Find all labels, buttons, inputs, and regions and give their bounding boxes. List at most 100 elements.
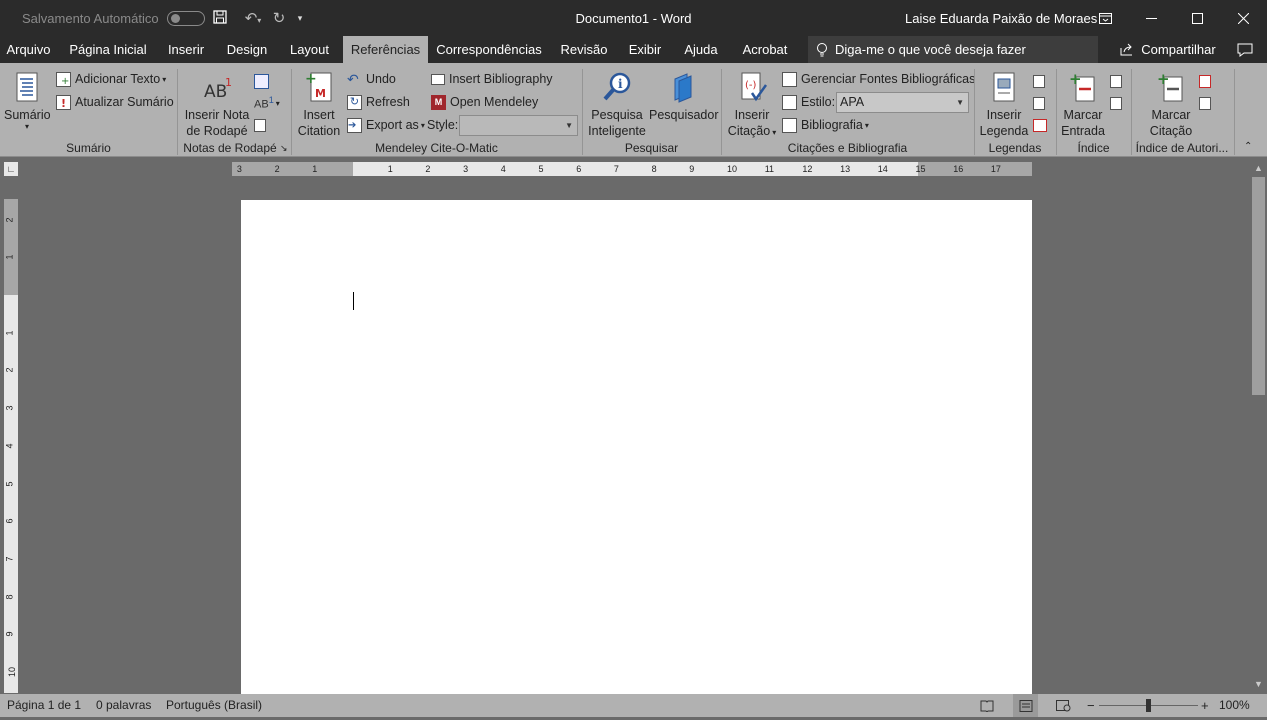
tab-inserir[interactable]: Inserir (162, 36, 210, 63)
tab-revisao[interactable]: Revisão (556, 36, 612, 63)
marcar-entrada-button[interactable]: + Marcar Entrada (1058, 70, 1108, 139)
zoom-out-icon[interactable]: − (1087, 694, 1095, 717)
update-table-of-figures-icon[interactable] (1033, 93, 1049, 113)
insert-citation-button[interactable]: + M Insert Citation (295, 71, 343, 139)
estilo-label: Estilo: (801, 95, 836, 109)
mendeley-refresh-button[interactable]: ↻ Refresh (347, 92, 410, 112)
svg-text:+: + (305, 71, 317, 87)
comments-icon[interactable] (1230, 36, 1260, 63)
maximize-icon[interactable] (1174, 0, 1220, 36)
vertical-ruler[interactable]: 2 1 1 2 3 4 5 6 7 8 9 10 (4, 199, 18, 693)
mendeley-style-select[interactable]: ▼ (459, 115, 578, 136)
svg-text:+: + (1157, 71, 1170, 88)
customize-qat-icon[interactable]: ▾ (290, 13, 310, 24)
insert-bibliography-label: Insert Bibliography (449, 72, 553, 86)
minimize-icon[interactable] (1128, 0, 1174, 36)
adicionar-texto-button[interactable]: + Adicionar Texto ▾ (56, 69, 166, 89)
tab-referencias[interactable]: Referências (343, 36, 428, 63)
refresh-icon: ↻ (347, 94, 362, 110)
horizontal-ruler[interactable]: 3 2 1 1 2 3 4 5 6 7 8 9 10 11 12 13 14 15 16 17 (232, 162, 1032, 176)
tab-selector-icon[interactable]: ∟ (4, 162, 18, 176)
mendeley-export-label: Export as (366, 118, 419, 132)
ruler-tick-label: 1 (4, 330, 15, 336)
ruler-tick-label: 7 (4, 556, 15, 562)
svg-text:M: M (315, 87, 326, 100)
ribbon-display-icon[interactable] (1082, 0, 1128, 36)
svg-text:1: 1 (225, 76, 232, 89)
ruler-tick-label: 2 (425, 164, 431, 174)
web-layout-icon[interactable] (1056, 694, 1071, 717)
tab-arquivo[interactable]: Arquivo (0, 36, 57, 63)
tab-acrobat[interactable]: Acrobat (735, 36, 795, 63)
zoom-level[interactable]: 100% (1219, 694, 1250, 717)
gerenciar-fontes-button[interactable]: Gerenciar Fontes Bibliográficas (782, 69, 975, 89)
page-count[interactable]: Página 1 de 1 (7, 694, 81, 717)
tab-ajuda[interactable]: Ajuda (677, 36, 725, 63)
manage-sources-icon (782, 71, 797, 87)
export-icon: ➔ (347, 117, 362, 133)
zoom-slider-thumb[interactable] (1146, 699, 1151, 712)
group-label-pesquisar: Pesquisar (624, 141, 679, 155)
update-table-of-authorities-icon[interactable] (1199, 93, 1215, 113)
tab-layout[interactable]: Layout (283, 36, 336, 63)
collapse-ribbon-icon[interactable]: ⌃ (1244, 141, 1252, 152)
svg-text:+: + (61, 76, 69, 86)
read-mode-icon[interactable] (980, 694, 994, 717)
window-controls (1082, 0, 1266, 36)
cross-reference-icon[interactable] (1033, 115, 1051, 135)
insert-table-of-authorities-icon[interactable] (1199, 71, 1215, 91)
group-label-legendas: Legendas (988, 141, 1042, 155)
redo-icon[interactable]: ↻ (268, 9, 290, 27)
mendeley-undo-button[interactable]: ↶ Undo (347, 69, 396, 89)
scroll-down-icon[interactable]: ▼ (1250, 677, 1267, 692)
inserir-citacao-button[interactable]: (-) Inserir Citação ▾ (726, 71, 778, 141)
next-footnote-icon[interactable]: AB1 ▾ (254, 93, 280, 113)
tab-correspondencias[interactable]: Correspondências (435, 36, 543, 63)
pesquisa-inteligente-button[interactable]: i Pesquisa Inteligente (586, 71, 648, 139)
sumario-button[interactable]: Sumário ▾ (4, 71, 51, 131)
group-separator (1234, 69, 1235, 155)
document-page[interactable] (241, 200, 1032, 694)
atualizar-sumario-button[interactable]: ! Atualizar Sumário (56, 92, 174, 112)
open-mendeley-button[interactable]: M Open Mendeley (431, 92, 538, 112)
print-layout-icon[interactable] (1013, 694, 1038, 717)
estilo-select[interactable]: APA ▼ (836, 92, 969, 113)
update-index-icon[interactable] (1110, 93, 1126, 113)
marcar-citacao-button[interactable]: + Marcar Citação (1145, 70, 1197, 139)
autosave-toggle[interactable]: Salvamento Automático (22, 0, 205, 36)
ruler-tick-label: 1 (4, 254, 15, 260)
tab-exibir[interactable]: Exibir (622, 36, 668, 63)
mendeley-export-button[interactable]: ➔ Export as ▾ (347, 115, 425, 135)
zoom-in-icon[interactable]: + (1201, 694, 1209, 717)
ruler-tick-label: 2 (4, 367, 15, 373)
word-count[interactable]: 0 palavras (96, 694, 151, 717)
scroll-up-icon[interactable]: ▲ (1250, 161, 1267, 176)
close-icon[interactable] (1220, 0, 1266, 36)
bibliografia-button[interactable]: Bibliografia ▾ (782, 115, 869, 135)
insert-table-of-figures-icon[interactable] (1033, 71, 1049, 91)
pesquisador-button[interactable]: Pesquisador (649, 71, 719, 123)
vertical-scrollbar[interactable]: ▲ ▼ (1250, 157, 1267, 694)
inserir-legenda-button[interactable]: Inserir Legenda (978, 71, 1030, 139)
tell-me-search[interactable]: Diga-me o que você deseja fazer (808, 36, 1098, 63)
tab-pagina-inicial[interactable]: Página Inicial (63, 36, 153, 63)
save-icon[interactable] (210, 9, 230, 27)
insert-endnote-icon[interactable] (254, 71, 273, 91)
autosave-switch[interactable] (166, 10, 205, 26)
share-button[interactable]: Compartilhar (1116, 36, 1220, 63)
chevron-down-icon: ▼ (565, 121, 573, 130)
mark-entry-icon: + (1067, 70, 1099, 105)
insert-index-icon[interactable] (1110, 71, 1126, 91)
inserir-nota-rodape-button[interactable]: AB 1 Inserir Nota de Rodapé (183, 71, 251, 139)
tab-design[interactable]: Design (221, 36, 273, 63)
insert-bibliography-button[interactable]: Insert Bibliography (431, 69, 553, 89)
group-label-indice: Índice (1077, 141, 1110, 155)
scrollbar-thumb[interactable] (1252, 177, 1265, 395)
chevron-down-icon: ▾ (772, 128, 777, 137)
undo-icon[interactable]: ↶▾ (238, 9, 268, 27)
show-notes-icon[interactable] (254, 115, 270, 135)
user-name[interactable]: Laise Eduarda Paixão de Moraes (905, 0, 1097, 36)
dialog-launcher-icon[interactable]: ↘ (280, 143, 288, 154)
tell-me-placeholder: Diga-me o que você deseja fazer (835, 42, 1026, 57)
language[interactable]: Português (Brasil) (166, 694, 262, 717)
